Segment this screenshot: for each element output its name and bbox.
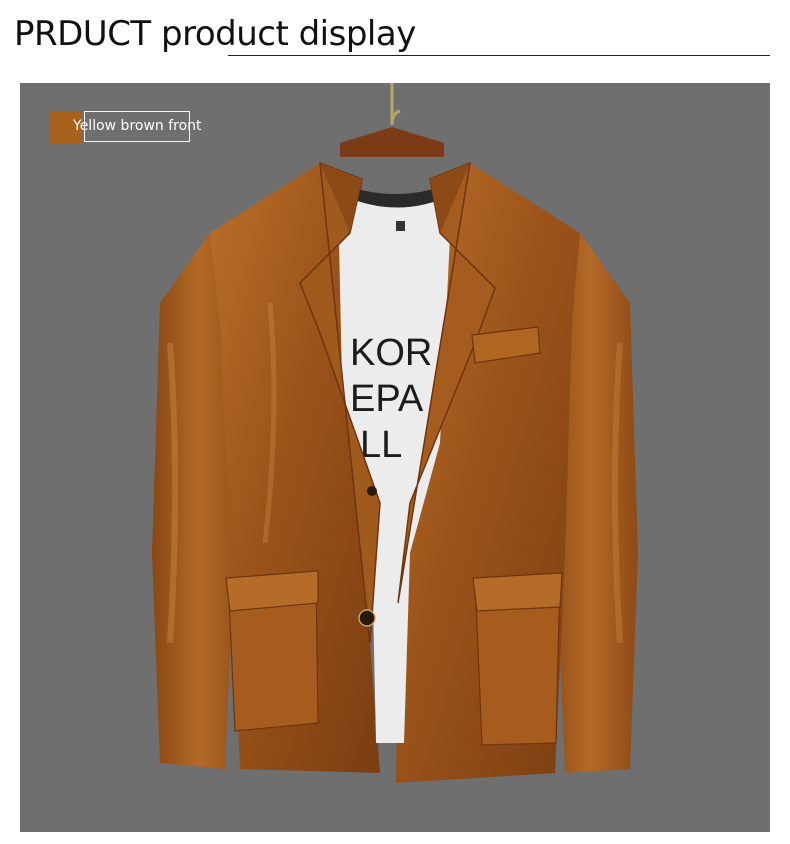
- button-lower: [358, 609, 376, 627]
- hanger-bar: [340, 127, 444, 157]
- button-upper: [367, 486, 377, 496]
- product-photo: KOR EPA LL: [20, 83, 770, 832]
- tshirt-print-line-1: KOR: [350, 332, 432, 374]
- right-pocket-flap: [472, 572, 563, 612]
- tshirt-print-line-3: LL: [360, 424, 402, 466]
- jacket-illustration: KOR EPA LL: [152, 83, 638, 783]
- tshirt-print-line-2: EPA: [350, 378, 424, 420]
- heading-divider: [228, 55, 770, 56]
- page-heading: PRDUCT product display: [14, 14, 416, 54]
- color-label-text: Yellow brown front: [73, 118, 202, 134]
- color-label: Yellow brown front: [73, 111, 202, 142]
